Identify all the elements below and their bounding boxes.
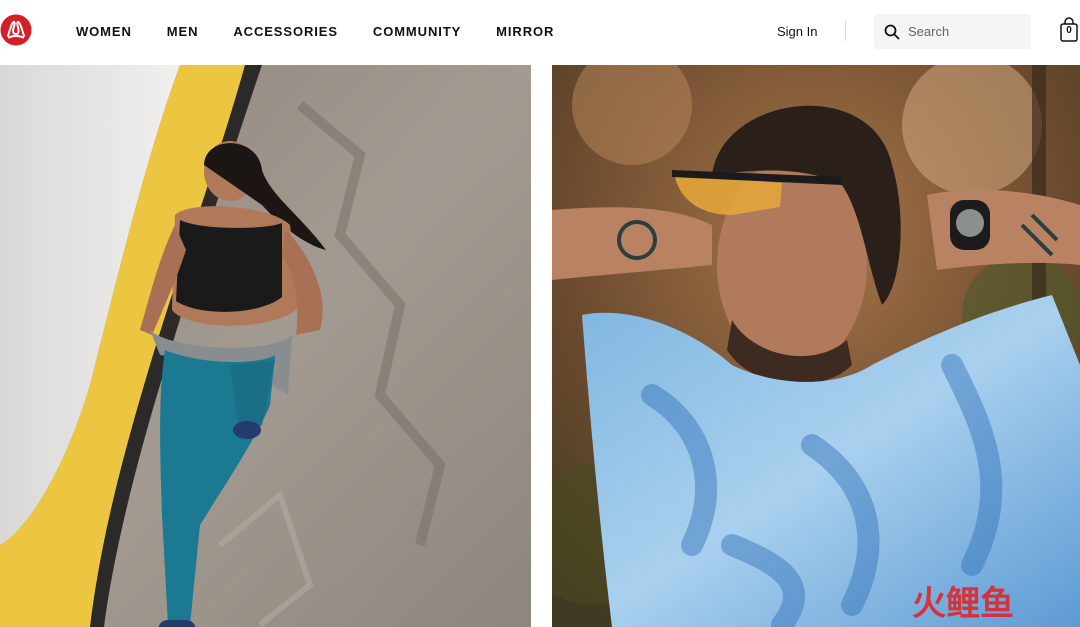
nav-accessories[interactable]: ACCESSORIES xyxy=(233,24,338,39)
woman-running-photo xyxy=(0,65,531,627)
search-icon xyxy=(884,24,900,40)
nav-community[interactable]: COMMUNITY xyxy=(373,24,461,39)
nav-mirror[interactable]: MIRROR xyxy=(496,24,554,39)
main-nav: WOMEN MEN ACCESSORIES COMMUNITY MIRROR xyxy=(76,24,554,39)
watermark-logo: 火鲤鱼 xyxy=(912,585,1014,621)
lululemon-logo-icon[interactable] xyxy=(0,14,32,46)
site-header: WOMEN MEN ACCESSORIES COMMUNITY MIRROR S… xyxy=(0,0,1080,64)
bag-count: 0 xyxy=(1066,25,1072,36)
search-input[interactable] xyxy=(908,14,1026,49)
shopping-bag-button[interactable]: 0 xyxy=(1059,17,1079,43)
hero-image-women[interactable] xyxy=(0,65,531,627)
nav-men[interactable]: MEN xyxy=(167,24,199,39)
hero-image-men[interactable] xyxy=(552,65,1080,627)
watermark-text: 火鲤鱼 xyxy=(912,585,1014,621)
header-divider xyxy=(845,21,846,41)
search-box[interactable] xyxy=(874,14,1031,49)
man-tie-dye-shirt-photo xyxy=(552,65,1080,627)
nav-women[interactable]: WOMEN xyxy=(76,24,132,39)
sign-in-link[interactable]: Sign In xyxy=(777,24,817,39)
